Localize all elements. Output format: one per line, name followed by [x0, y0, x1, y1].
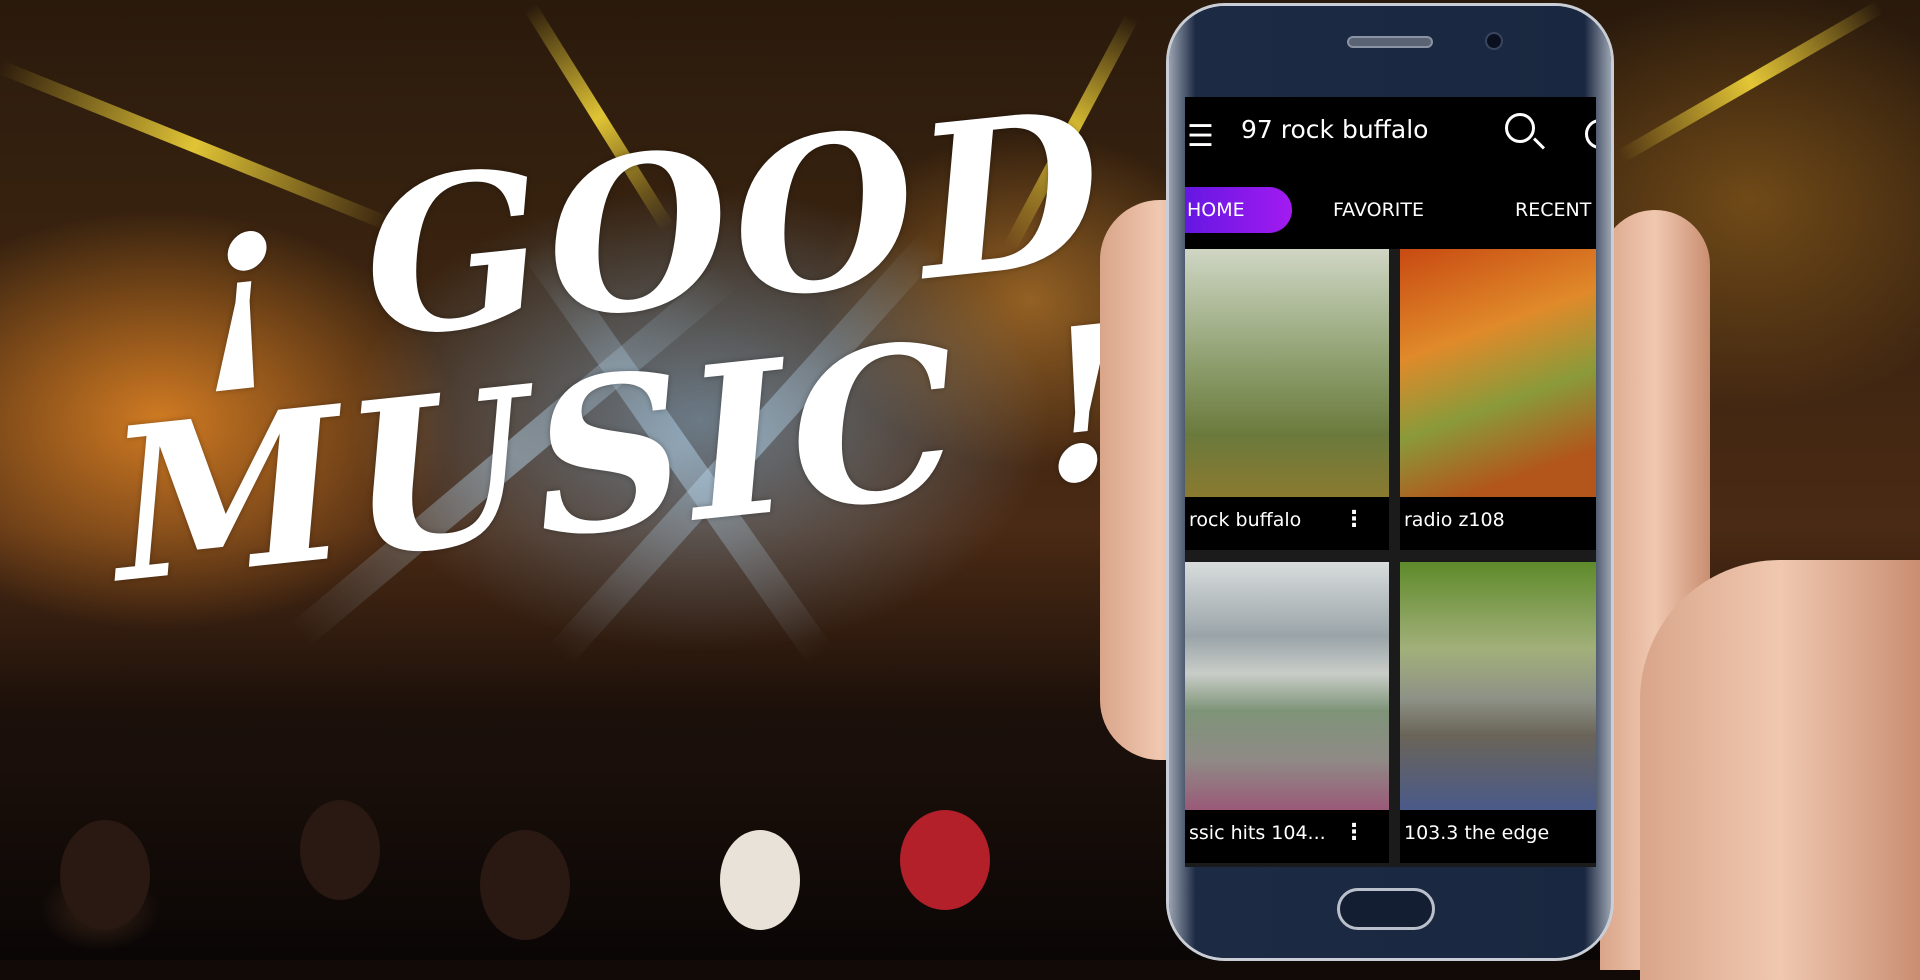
autumn-image	[1400, 249, 1596, 497]
station-name: rock buffalo	[1189, 509, 1302, 531]
speaker-grille	[1347, 36, 1433, 48]
hamburger-icon[interactable]: ☰	[1187, 119, 1214, 154]
station-name: 103.3 the edge	[1404, 822, 1550, 844]
tab-favorite[interactable]: FAVORITE	[1333, 187, 1424, 233]
station-grid: rock buffalo ⋮ radio z108 ssic hits 104.…	[1185, 249, 1596, 867]
search-icon[interactable]	[1505, 113, 1535, 143]
front-camera	[1485, 32, 1503, 50]
circle-icon[interactable]	[1585, 119, 1596, 149]
station-card[interactable]: rock buffalo ⋮	[1185, 249, 1389, 550]
mountain-image	[1185, 562, 1389, 810]
tab-bar: HOME FAVORITE RECENT	[1185, 187, 1596, 233]
app-toolbar: ☰ 97 rock buffalo	[1185, 97, 1596, 183]
forest-road-image	[1400, 562, 1596, 810]
station-name: ssic hits 104...	[1189, 822, 1326, 844]
hand-palm	[1640, 560, 1920, 980]
station-name: radio z108	[1404, 509, 1505, 531]
home-button[interactable]	[1337, 888, 1435, 930]
crowd-head	[480, 830, 570, 940]
station-card[interactable]: ssic hits 104... ⋮	[1185, 562, 1389, 863]
station-card[interactable]: 103.3 the edge	[1400, 562, 1596, 863]
tab-home[interactable]: HOME	[1185, 187, 1292, 233]
app-title: 97 rock buffalo	[1241, 115, 1429, 144]
more-vert-icon[interactable]: ⋮	[1343, 507, 1365, 532]
more-vert-icon[interactable]: ⋮	[1343, 820, 1365, 845]
crowd-head	[900, 810, 990, 910]
crowd-head	[60, 820, 150, 930]
crowd-head	[720, 830, 800, 930]
station-card[interactable]: radio z108	[1400, 249, 1596, 550]
forest-image	[1185, 249, 1389, 497]
crowd-head	[300, 800, 380, 900]
tab-recent[interactable]: RECENT	[1515, 187, 1591, 233]
app-screen: ☰ 97 rock buffalo HOME FAVORITE RECENT r…	[1185, 97, 1596, 867]
